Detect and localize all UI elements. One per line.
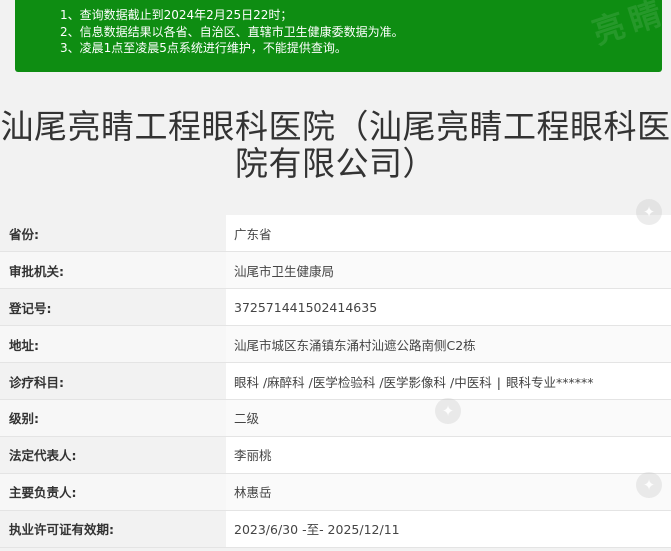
watermark-badge-icon: ✦ (636, 472, 662, 498)
page-title-line2: 院有限公司） (235, 144, 436, 183)
info-row-address: 地址: 汕尾市城区东涌镇东涌村汕遮公路南侧C2栋 (0, 325, 671, 364)
notice-line: 3、凌晨1点至凌晨5点系统进行维护，不能提供查询。 (60, 41, 347, 55)
notice-line: 1、查询数据截止到2024年2月25日22时； (60, 8, 293, 22)
row-label: 主要负责人: (0, 473, 226, 511)
row-value: 372571441502414635 (226, 288, 671, 327)
row-value: 眼科 /麻醉科 /医学检验科 /医学影像科 /中医科 | 眼科专业****** (226, 362, 671, 400)
row-label: 地址: (0, 325, 226, 364)
watermark-badge-icon: ✦ (435, 398, 461, 424)
row-value: 汕尾市卫生健康局 (226, 251, 671, 290)
info-row-legal-rep: 法定代表人: 李丽桃 (0, 436, 671, 474)
row-label: 级别: (0, 399, 226, 437)
info-row-registration: 登记号: 372571441502414635 (0, 288, 671, 327)
watermark-badge-icon: ✦ (636, 199, 662, 225)
separator: | (496, 374, 501, 390)
row-value: 李丽桃 (226, 436, 671, 474)
page-title: 汕尾亮睛工程眼科医院（汕尾亮睛工程眼科医 院有限公司） (0, 108, 671, 182)
row-label: 审批机关: (0, 251, 226, 290)
row-label: 法定代表人: (0, 436, 226, 474)
notice-line: 2、信息数据结果以各省、自治区、直辖市卫生健康委数据为准。 (60, 24, 404, 39)
departments-extra: 眼科专业****** (505, 374, 594, 390)
row-value: 林惠岳 (226, 473, 671, 511)
info-row-level: 级别: 二级 (0, 399, 671, 437)
info-row-principal: 主要负责人: 林惠岳 (0, 473, 671, 511)
row-value: 2023/6/30 -至- 2025/12/11 (226, 510, 671, 548)
row-value: 广东省 (226, 215, 671, 253)
row-label: 诊疗科目: (0, 362, 226, 400)
info-row-departments: 诊疗科目: 眼科 /麻醉科 /医学检验科 /医学影像科 /中医科 | 眼科专业***… (0, 362, 671, 400)
hospital-info-table: 省份: 广东省 审批机关: 汕尾市卫生健康局 登记号: 372571441502… (0, 215, 671, 548)
departments-list: 眼科 /麻醉科 /医学检验科 /医学影像科 /中医科 (234, 374, 492, 390)
row-label: 省份: (0, 215, 226, 253)
info-row-province: 省份: 广东省 (0, 215, 671, 253)
info-row-license-validity: 执业许可证有效期: 2023/6/30 -至- 2025/12/11 (0, 510, 671, 548)
row-label: 登记号: (0, 288, 226, 327)
info-row-authority: 审批机关: 汕尾市卫生健康局 (0, 251, 671, 290)
row-value: 汕尾市城区东涌镇东涌村汕遮公路南侧C2栋 (226, 325, 671, 364)
page-title-line1: 汕尾亮睛工程眼科医院（汕尾亮睛工程眼科医 (0, 107, 671, 146)
row-label: 执业许可证有效期: (0, 510, 226, 548)
notice-banner: 1、查询数据截止到2024年2月25日22时； 2、信息数据结果以各省、自治区、… (15, 0, 671, 72)
